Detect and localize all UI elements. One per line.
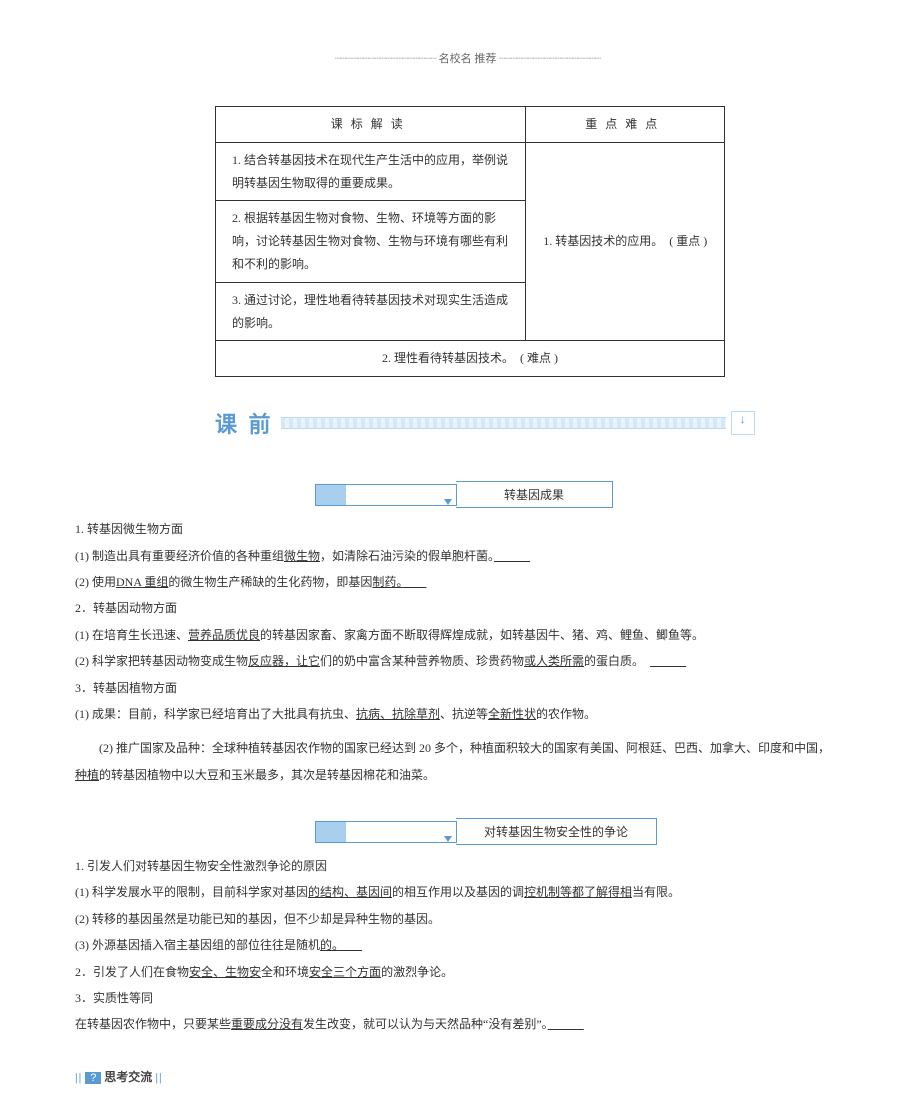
table-cell-key: 1. 转基因技术的应用。 ( 重点 ) <box>526 142 725 341</box>
content-block-2: 1. 引发人们对转基因生物安全性激烈争论的原因 (1) 科学发展水平的限制，目前… <box>75 853 860 1038</box>
topic-marker-2: 对转基因生物安全性的争论 <box>315 818 860 845</box>
col-header-keypoints: 重点难点 <box>526 107 725 143</box>
text-line: 在转基因农作物中，只要某些重要成分没有发生改变，就可以认为与天然品种“没有差别”… <box>75 1011 860 1037</box>
header-title: 名校名 推荐 <box>439 53 497 65</box>
table-cell: 2. 根据转基因生物对食物、生物、环境等方面的影响，讨论转基因生物对食物、生物与… <box>216 201 526 282</box>
topic-label: 转基因成果 <box>456 481 613 508</box>
col-header-standards: 课标解读 <box>216 107 526 143</box>
page-header: ┄┄┄┄┄┄┄┄┄┄┄┄┄┄┄┄┄┄ 名校名 推荐 ┄┄┄┄┄┄┄┄┄┄┄┄┄┄… <box>75 50 860 66</box>
banner-stripe <box>281 417 726 429</box>
topic-marker-1: 转基因成果 <box>315 481 860 508</box>
topic-label: 对转基因生物安全性的争论 <box>456 818 657 845</box>
text-line: (3) 外源基因插入宿主基因组的部位往往是随机的。 <box>75 932 860 958</box>
section-banner-before: 课 前 ↓ <box>215 407 860 431</box>
text-line: (2) 科学家把转基因动物变成生物反应器，让它们的奶中富含某种营养物质、珍贵药物… <box>75 648 860 674</box>
content-block-1: 1. 转基因微生物方面 (1) 制造出具有重要经济价值的各种重组微生物，如清除石… <box>75 516 860 788</box>
table-cell: 2. 理性看待转基因技术。 ( 难点 ) <box>216 341 725 377</box>
text-line: (2) 转移的基因虽然是功能已知的基因，但不少却是异种生物的基因。 <box>75 906 860 932</box>
heading: 3．转基因植物方面 <box>75 675 860 701</box>
table-cell: 1. 结合转基因技术在现代生产生活中的应用，举例说明转基因生物取得的重要成果。 <box>216 142 526 201</box>
heading: 3．实质性等同 <box>75 985 860 1011</box>
text-line: (1) 在培育生长迅速、营养品质优良的转基因家畜、家禽方面不断取得辉煌成就，如转… <box>75 622 860 648</box>
banner-title: 课 前 <box>215 407 274 439</box>
text-line: (1) 科学发展水平的限制，目前科学家对基因的结构、基因间的相互作用以及基因的调… <box>75 879 860 905</box>
footer-text: 思考交流 <box>104 1070 152 1084</box>
text-line: 2．引发了人们在食物安全、生物安全和环境安全三个方面的激烈争论。 <box>75 959 860 985</box>
topic-tag-icon <box>315 821 457 843</box>
topic-tag-icon <box>315 484 457 506</box>
heading: 2．转基因动物方面 <box>75 595 860 621</box>
text-line: (1) 成果：目前，科学家已经培育出了大批具有抗虫、抗病、抗除草剂、抗逆等全新性… <box>75 701 860 727</box>
footer-tag: || ? 思考交流 || <box>75 1068 860 1085</box>
header-dots-right: ┄┄┄┄┄┄┄┄┄┄┄┄┄┄┄┄┄┄ <box>499 53 600 65</box>
bars-icon: || <box>75 1070 82 1084</box>
table-cell: 3. 通过讨论，理性地看待转基因技术对现实生活造成的影响。 <box>216 282 526 341</box>
heading: 1. 转基因微生物方面 <box>75 516 860 542</box>
footer-number: ? <box>85 1072 101 1084</box>
text-line: (2) 使用DNA 重组的微生物生产稀缺的生化药物，即基因制药。 <box>75 569 860 595</box>
standards-table: 课标解读 重点难点 1. 结合转基因技术在现代生产生活中的应用，举例说明转基因生… <box>215 106 725 377</box>
bars-icon: || <box>155 1070 162 1084</box>
banner-arrow-icon: ↓ <box>731 411 755 435</box>
header-dots-left: ┄┄┄┄┄┄┄┄┄┄┄┄┄┄┄┄┄┄ <box>335 53 436 65</box>
text-line: (2) 推广国家及品种：全球种植转基因农作物的国家已经达到 20 多个，种植面积… <box>75 735 860 761</box>
heading: 1. 引发人们对转基因生物安全性激烈争论的原因 <box>75 853 860 879</box>
text-line: 种植的转基因植物中以大豆和玉米最多，其次是转基因棉花和油菜。 <box>75 762 860 788</box>
text-line: (1) 制造出具有重要经济价值的各种重组微生物，如清除石油污染的假单胞杆菌。 <box>75 543 860 569</box>
